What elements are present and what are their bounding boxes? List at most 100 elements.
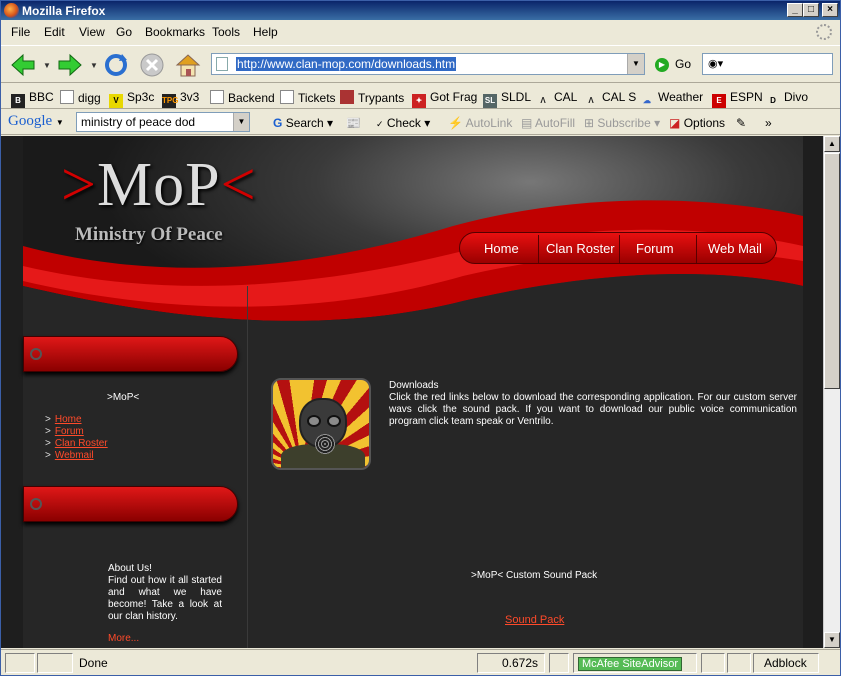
bookmark-cal-s[interactable]: Λ CAL S — [584, 90, 636, 108]
nav-divider — [538, 235, 539, 263]
about-more-link[interactable]: More... — [108, 633, 139, 644]
page-icon — [216, 57, 228, 71]
status-icon[interactable] — [5, 653, 35, 673]
go-button[interactable]: ▶ Go — [655, 57, 691, 72]
menu-view[interactable]: View — [79, 25, 105, 39]
nav-divider — [619, 235, 620, 263]
google-search-input[interactable]: ministry of peace dod ▼ — [76, 112, 250, 132]
url-text[interactable]: http://www.clan-mop.com/downloads.htm — [236, 57, 457, 71]
menu-go[interactable]: Go — [116, 25, 132, 39]
google-toolbar: Google ▼ ministry of peace dod ▼ G Search… — [1, 110, 840, 135]
back-icon[interactable] — [9, 51, 37, 79]
page-icon — [210, 90, 224, 104]
downloads-title: Downloads — [389, 380, 439, 391]
google-g-icon: G — [273, 116, 283, 130]
reload-icon[interactable] — [102, 51, 130, 79]
back-history-chevron-icon[interactable]: ▼ — [43, 61, 51, 70]
window-title: Mozilla Firefox — [22, 4, 106, 18]
site-nav-web-mail[interactable]: Web Mail — [708, 241, 762, 256]
mop-site: >MoP< Ministry Of Peace Home Clan Roster… — [23, 136, 803, 648]
load-time-indicator: 0.672s — [477, 653, 545, 673]
menu-bookmarks[interactable]: Bookmarks — [145, 25, 205, 39]
menu-tools[interactable]: Tools — [212, 25, 240, 39]
block-icon[interactable] — [727, 653, 751, 673]
close-button[interactable]: × — [822, 3, 838, 17]
status-icon[interactable] — [37, 653, 73, 673]
stop-icon[interactable] — [138, 51, 166, 79]
autolink-button[interactable]: ⚡ AutoLink — [448, 116, 512, 130]
sidebar-link-webmail[interactable]: > Webmail — [45, 450, 94, 461]
autofill-button[interactable]: ▤ AutoFill — [521, 116, 575, 130]
subscribe-button[interactable]: ⊞ Subscribe ▾ — [584, 116, 660, 130]
sidebar-link-home[interactable]: > Home — [45, 414, 82, 425]
scroll-up-icon[interactable]: ▲ — [824, 136, 840, 152]
forward-history-chevron-icon[interactable]: ▼ — [90, 61, 98, 70]
menu-help[interactable]: Help — [253, 25, 278, 39]
site-nav-forum[interactable]: Forum — [636, 241, 674, 256]
google-logo[interactable]: Google ▼ — [8, 113, 64, 130]
status-text: Done — [79, 656, 108, 670]
page-viewport: >MoP< Ministry Of Peace Home Clan Roster… — [1, 136, 823, 648]
bookmark-digg[interactable]: digg — [60, 90, 101, 105]
home-icon[interactable] — [174, 51, 202, 79]
google-query-chevron-icon[interactable]: ▼ — [233, 113, 249, 131]
weather-icon: ☁ — [643, 96, 651, 105]
adblock-button[interactable]: Adblock — [753, 653, 819, 673]
gas-mask-soldier-image — [271, 378, 371, 470]
sidebar-link-forum[interactable]: > Forum — [45, 426, 84, 437]
menu-file[interactable]: File — [11, 25, 30, 39]
search-engine-icon[interactable]: ◉▾ — [708, 58, 723, 70]
bookmark-cal[interactable]: Λ CAL — [536, 90, 577, 108]
forward-icon[interactable] — [56, 51, 84, 79]
options-button[interactable]: ◪ Options — [669, 116, 725, 130]
highlighter-icon[interactable]: ✎ — [736, 116, 746, 130]
bookmark-tickets[interactable]: Tickets — [280, 90, 336, 105]
bookmark-trypants[interactable]: Trypants — [340, 90, 404, 105]
news-icon[interactable]: 📰 — [346, 116, 361, 130]
bookmark-3v3[interactable]: TPG 3v3 — [162, 90, 199, 108]
sound-pack-link[interactable]: Sound Pack — [505, 614, 564, 626]
site-sidebar: >MoP< > Home > Forum > Clan Roster > Webmail… — [23, 286, 248, 648]
toolbar-overflow-button[interactable]: » — [765, 116, 772, 130]
url-bar[interactable]: http://www.clan-mop.com/downloads.htm ▼ — [211, 53, 645, 75]
bookmark-backend[interactable]: Backend — [210, 90, 275, 105]
bookmark-bbc[interactable]: B BBC — [11, 90, 54, 108]
sidebar-link-clan-roster[interactable]: > Clan Roster — [45, 438, 108, 449]
site-nav-home[interactable]: Home — [484, 241, 519, 256]
bookmark-weather[interactable]: ☁ Weather — [640, 90, 703, 108]
minimize-button[interactable]: _ — [787, 3, 803, 17]
vertical-scrollbar[interactable]: ▲ ▼ — [823, 136, 840, 648]
sidebar-red-bar — [23, 486, 238, 522]
go-label: Go — [675, 57, 692, 71]
url-dropdown-chevron-icon[interactable]: ▼ — [627, 54, 644, 74]
maximize-button[interactable]: □ — [803, 3, 819, 17]
bookmark-sp3c[interactable]: V Sp3c — [109, 90, 154, 108]
mcafee-siteadvisor-button[interactable]: McAfee SiteAdvisor — [573, 653, 697, 673]
downloads-text: Click the red links below to download th… — [389, 392, 797, 427]
browser-window: Mozilla Firefox _ □ × File Edit View Go … — [0, 0, 841, 676]
firefox-status-icon[interactable] — [701, 653, 725, 673]
bookmark-got-frag[interactable]: ✦ Got Frag — [412, 90, 477, 108]
bookmark-sldl[interactable]: SL SLDL — [483, 90, 531, 108]
google-search-button[interactable]: G Search ▾ — [273, 116, 333, 130]
options-icon: ◪ — [669, 116, 681, 130]
search-box[interactable]: ◉▾ — [702, 53, 833, 75]
cal-icon: Λ — [540, 96, 546, 105]
scroll-down-icon[interactable]: ▼ — [824, 632, 840, 648]
site-main: Downloads Click the red links below to d… — [269, 376, 799, 648]
bar-circle-icon — [30, 348, 42, 360]
firefox-icon — [4, 3, 19, 18]
bookmark-espn[interactable]: E ESPN — [712, 90, 763, 108]
sp3c-icon: V — [109, 94, 123, 108]
site-logo[interactable]: >MoP< — [61, 150, 257, 221]
throbber-icon — [816, 24, 832, 40]
site-nav-clan-roster[interactable]: Clan Roster — [546, 241, 615, 256]
scroll-thumb[interactable] — [824, 153, 840, 389]
navigation-toolbar: ▼ ▼ http://www.clan-mop.com/downloads.ht… — [1, 45, 840, 83]
about-text: Find out how it all started and what we … — [108, 575, 222, 622]
bookmark-divo[interactable]: D Divo — [766, 90, 808, 108]
gotfrag-icon: ✦ — [412, 94, 426, 108]
menu-edit[interactable]: Edit — [44, 25, 65, 39]
page-info-icon[interactable] — [549, 653, 569, 673]
spell-check-button[interactable]: ✓ Check ▾ — [376, 116, 430, 130]
